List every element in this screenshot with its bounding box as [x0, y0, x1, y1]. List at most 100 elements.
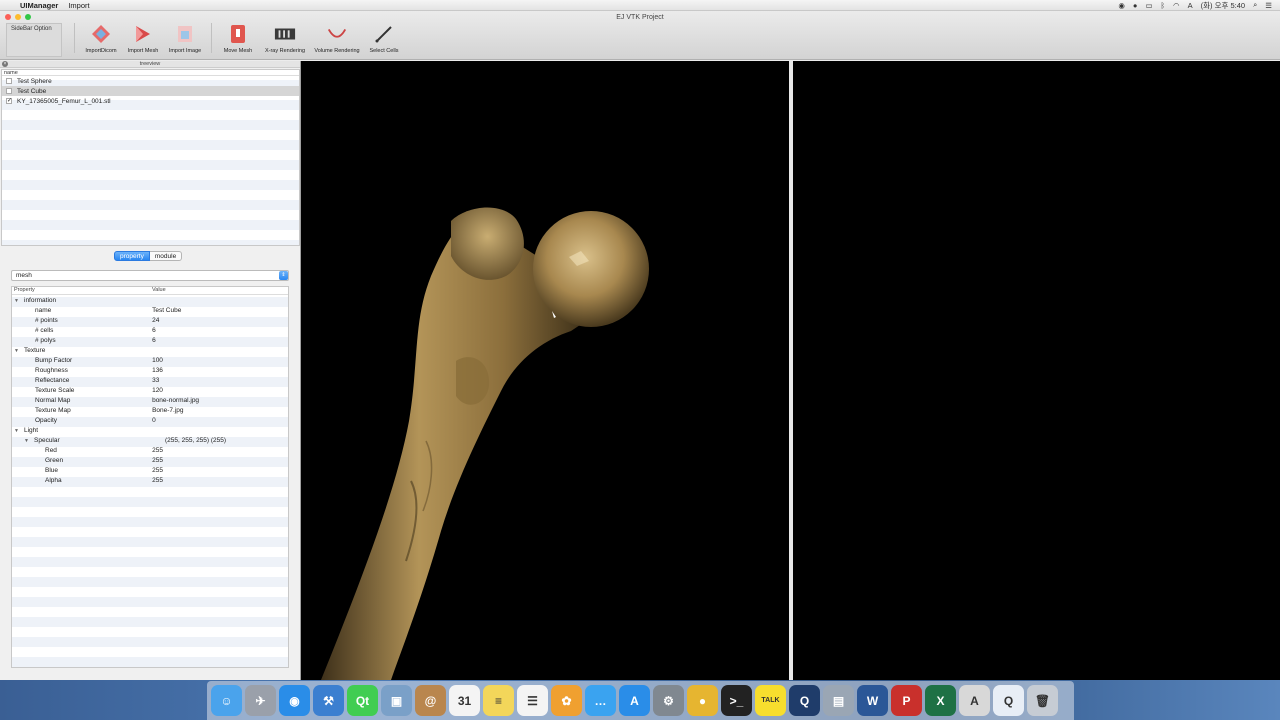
xray-rendering-button[interactable]: X-ray Rendering — [262, 23, 308, 54]
kakaotalk-icon[interactable]: TALK — [755, 685, 786, 716]
calendar-icon[interactable]: 31 — [449, 685, 480, 716]
tree-item-checkbox[interactable] — [6, 88, 12, 94]
property-value[interactable]: 6 — [150, 337, 288, 344]
import-mesh-button[interactable]: Import Mesh — [125, 23, 161, 54]
table-row[interactable]: Reflectance 33 — [12, 375, 288, 385]
table-row[interactable]: Opacity 0 — [12, 415, 288, 425]
property-value[interactable]: Test Cube — [150, 307, 288, 314]
volume-rendering-button[interactable]: Volume Rendering — [314, 23, 360, 54]
disclosure-triangle-icon[interactable]: ▼ — [14, 298, 24, 304]
chrome-icon[interactable]: ● — [687, 685, 718, 716]
table-row[interactable]: Roughness 136 — [12, 365, 288, 375]
quicktime-icon[interactable]: Q — [789, 685, 820, 716]
group-light[interactable]: ▼ Light — [12, 425, 288, 435]
launchpad-icon[interactable]: ✈ — [245, 685, 276, 716]
disclosure-triangle-icon[interactable]: ▼ — [24, 438, 34, 444]
sidebar-option-button[interactable]: SideBar Option — [6, 23, 62, 57]
qt-icon[interactable]: Qt — [347, 685, 378, 716]
table-row[interactable]: # points 24 — [12, 315, 288, 325]
xcode-icon[interactable]: ⚒ — [313, 685, 344, 716]
menu-app-name[interactable]: UIManager — [20, 1, 58, 10]
femur-mesh[interactable] — [301, 61, 789, 680]
powerpoint-icon[interactable]: P — [891, 685, 922, 716]
contacts-icon[interactable]: @ — [415, 685, 446, 716]
input-source-icon[interactable]: A — [1188, 1, 1193, 10]
reminders-icon[interactable]: ☰ — [517, 685, 548, 716]
trash-icon[interactable]: 🗑 — [1027, 685, 1058, 716]
menu-import[interactable]: Import — [68, 1, 89, 10]
property-value[interactable]: bone-normal.jpg — [150, 397, 288, 404]
table-row[interactable]: Normal Map bone-normal.jpg — [12, 395, 288, 405]
table-row[interactable]: name Test Cube — [12, 305, 288, 315]
tree-item-checkbox[interactable] — [6, 78, 12, 84]
photos-icon[interactable]: ✿ — [551, 685, 582, 716]
close-panel-icon[interactable]: × — [2, 61, 8, 67]
table-row[interactable]: # polys 6 — [12, 335, 288, 345]
render-viewport-left[interactable] — [301, 61, 789, 680]
import-image-button[interactable]: Import Image — [167, 23, 203, 54]
quicktime-doc-icon[interactable]: Q — [993, 685, 1024, 716]
tree-item-femur[interactable]: ✓ KY_17365005_Femur_L_001.stl — [2, 96, 299, 106]
table-row[interactable]: Blue 255 — [12, 465, 288, 475]
property-value[interactable]: 6 — [150, 327, 288, 334]
airplay-icon[interactable]: ▭ — [1145, 1, 1152, 10]
object-type-select[interactable]: mesh ⇕ — [11, 270, 289, 281]
column-value[interactable]: Value — [150, 287, 288, 294]
table-row[interactable]: Texture Scale 120 — [12, 385, 288, 395]
table-row[interactable]: Red 255 — [12, 445, 288, 455]
property-value[interactable]: 255 — [150, 467, 288, 474]
property-table[interactable]: Property Value ▼ information name Test Cub… — [11, 286, 289, 668]
terminal-icon[interactable]: >_ — [721, 685, 752, 716]
render-viewport-right[interactable] — [793, 61, 1280, 680]
instruments-icon[interactable]: A — [959, 685, 990, 716]
notification-center-icon[interactable]: ☰ — [1265, 1, 1272, 10]
import-dicom-button[interactable]: ImportDicom — [83, 23, 119, 54]
tree-item-checkbox[interactable]: ✓ — [6, 98, 12, 104]
group-information[interactable]: ▼ information — [12, 295, 288, 305]
table-row[interactable]: # cells 6 — [12, 325, 288, 335]
table-row[interactable]: Green 255 — [12, 455, 288, 465]
group-specular[interactable]: ▼ Specular (255, 255, 255) (255) — [12, 435, 288, 445]
move-mesh-button[interactable]: Move Mesh — [220, 23, 256, 54]
chevron-updown-icon[interactable]: ⇕ — [279, 271, 288, 280]
tab-property[interactable]: property — [114, 251, 150, 261]
property-value[interactable]: 0 — [150, 417, 288, 424]
bluetooth-icon[interactable]: ᛒ — [1161, 1, 1166, 10]
appstore-icon[interactable]: A — [619, 685, 650, 716]
image-capture-icon[interactable]: ▤ — [823, 685, 854, 716]
property-value[interactable]: 100 — [150, 357, 288, 364]
column-property[interactable]: Property — [12, 287, 150, 294]
property-value[interactable]: (255, 255, 255) (255) — [150, 437, 288, 444]
clock[interactable]: (화) 오후 5:40 — [1201, 0, 1245, 11]
group-texture[interactable]: ▼ Texture — [12, 345, 288, 355]
wifi-icon[interactable]: ◠ — [1173, 1, 1180, 10]
finder-icon[interactable]: ☺ — [211, 685, 242, 716]
notes-icon[interactable]: ≡ — [483, 685, 514, 716]
chat-icon[interactable]: ● — [1133, 1, 1138, 10]
property-value[interactable]: 255 — [150, 447, 288, 454]
property-value[interactable]: Bone-7.jpg — [150, 407, 288, 414]
safari-icon[interactable]: ◉ — [279, 685, 310, 716]
disclosure-triangle-icon[interactable]: ▼ — [14, 348, 24, 354]
property-value[interactable]: 24 — [150, 317, 288, 324]
tree-item-test-cube[interactable]: Test Cube — [2, 86, 299, 96]
table-row[interactable]: Texture Map Bone-7.jpg — [12, 405, 288, 415]
record-icon[interactable]: ◉ — [1118, 1, 1125, 10]
tab-module[interactable]: module — [149, 251, 183, 261]
tree-view[interactable]: name Test Sphere Test Cube ✓ KY_17365005… — [1, 69, 300, 246]
messages-icon[interactable]: … — [585, 685, 616, 716]
table-row[interactable]: Alpha 255 — [12, 475, 288, 485]
select-cells-button[interactable]: Select Cells — [366, 23, 402, 54]
word-icon[interactable]: W — [857, 685, 888, 716]
property-value[interactable]: 120 — [150, 387, 288, 394]
property-value[interactable]: 33 — [150, 377, 288, 384]
tree-item-test-sphere[interactable]: Test Sphere — [2, 76, 299, 86]
spotlight-icon[interactable]: ⌕ — [1253, 0, 1257, 10]
system-preferences-icon[interactable]: ⚙ — [653, 685, 684, 716]
disclosure-triangle-icon[interactable]: ▼ — [14, 428, 24, 434]
property-value[interactable]: 255 — [150, 457, 288, 464]
property-value[interactable]: 136 — [150, 367, 288, 374]
preview-icon[interactable]: ▣ — [381, 685, 412, 716]
property-value[interactable]: 255 — [150, 477, 288, 484]
excel-icon[interactable]: X — [925, 685, 956, 716]
